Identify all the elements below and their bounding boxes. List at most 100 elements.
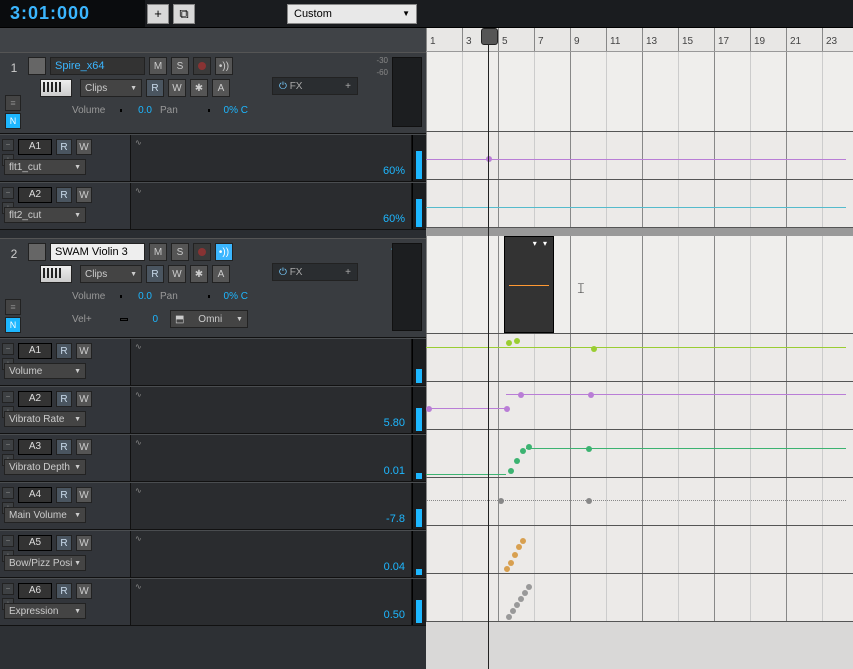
lane-id[interactable]: A5 (18, 535, 52, 551)
ruler-tick[interactable]: 1 (426, 28, 462, 51)
automation-lane-a1[interactable]: −+ A1 R W flt1_cut▼ ∿60% (0, 134, 426, 182)
duplicate-button[interactable]: ⧉ (173, 4, 195, 24)
ruler-tick[interactable]: 15 (678, 28, 714, 51)
envelope-row-expression[interactable] (426, 574, 853, 622)
envelope-row[interactable] (426, 132, 853, 180)
playhead[interactable] (488, 28, 489, 669)
ruler-tick[interactable]: 19 (750, 28, 786, 51)
envelope-row-bow-pizz[interactable] (426, 526, 853, 574)
lane-id[interactable]: A3 (18, 439, 52, 455)
instrument-icon[interactable] (28, 243, 46, 261)
track-name-input[interactable]: SWAM Violin 3 (50, 243, 145, 261)
clips-dropdown[interactable]: Clips▼ (80, 265, 142, 283)
read-button[interactable]: R (56, 487, 72, 503)
pan-slider[interactable] (208, 109, 210, 112)
mute-button[interactable]: M (149, 243, 167, 261)
ruler-tick[interactable]: 7 (534, 28, 570, 51)
automation-lane-a1[interactable]: −+A1RWVolume▼∿ (0, 338, 426, 386)
envelope-row[interactable] (426, 180, 853, 228)
fx-slot[interactable]: FX+ (272, 263, 358, 281)
track-2[interactable]: 2 SWAM Violin 3 M S •)) Clips▼ R W (0, 238, 426, 338)
param-select[interactable]: flt1_cut▼ (4, 159, 86, 175)
solo-button[interactable]: S (171, 57, 189, 75)
write-button[interactable]: W (76, 187, 92, 203)
archive-button[interactable]: A (212, 265, 230, 283)
clips-dropdown[interactable]: Clips▼ (80, 79, 142, 97)
add-button[interactable]: + (147, 4, 169, 24)
track-name-input[interactable]: Spire_x64 (50, 57, 145, 75)
lane-id[interactable]: A6 (18, 583, 52, 599)
instrument-icon[interactable] (28, 57, 46, 75)
monitor-button[interactable]: •)) (215, 57, 233, 75)
automation-lane-a5[interactable]: −+A5RWBow/Pizz Posi▼∿0.04 (0, 530, 426, 578)
piano-icon[interactable] (40, 79, 72, 97)
read-button[interactable]: R (56, 535, 72, 551)
archive-button[interactable]: A (212, 79, 230, 97)
ruler-tick[interactable]: 13 (642, 28, 678, 51)
read-button[interactable]: R (56, 439, 72, 455)
read-button[interactable]: R (56, 139, 72, 155)
lane-id[interactable]: A1 (18, 343, 52, 359)
write-button[interactable]: W (76, 439, 92, 455)
automation-lane-a6[interactable]: −+A6RWExpression▼∿0.50 (0, 578, 426, 626)
automation-lane-a2[interactable]: −+A2RWVibrato Rate▼∿5.80 (0, 386, 426, 434)
automation-lane-a4[interactable]: −+A4RWMain Volume▼∿-7.8 (0, 482, 426, 530)
expand-button[interactable]: ≡ (5, 95, 21, 111)
read-button[interactable]: R (56, 343, 72, 359)
automation-lane-a3[interactable]: −+A3RWVibrato Depth▼∿0.01 (0, 434, 426, 482)
velocity-slider[interactable] (120, 318, 128, 321)
volume-slider[interactable] (120, 295, 122, 298)
fx-slot[interactable]: FX+ (272, 77, 358, 95)
read-button[interactable]: R (56, 187, 72, 203)
param-select[interactable]: Expression▼ (4, 603, 86, 619)
ruler-tick[interactable]: 23 (822, 28, 853, 51)
freeze-button[interactable]: ✱ (190, 79, 208, 97)
ruler-tick[interactable]: 11 (606, 28, 642, 51)
write-button[interactable]: W (76, 343, 92, 359)
track-1[interactable]: 1 Spire_x64 M S •)) Clips▼ R W (0, 52, 426, 134)
volume-slider[interactable] (120, 109, 122, 112)
lane-id[interactable]: A2 (18, 391, 52, 407)
time-display[interactable]: 3:01:000 (0, 0, 145, 27)
piano-icon[interactable] (40, 265, 72, 283)
lane-id[interactable]: A2 (18, 187, 52, 203)
write-button[interactable]: W (76, 487, 92, 503)
write-button[interactable]: W (76, 535, 92, 551)
input-channel-select[interactable]: ⬒ Omni▼ (170, 310, 248, 328)
read-button[interactable]: R (56, 391, 72, 407)
param-select[interactable]: Volume▼ (4, 363, 86, 379)
envelope-row-vibrato-rate[interactable] (426, 382, 853, 430)
freeze-button[interactable]: ✱ (190, 265, 208, 283)
expand-button[interactable]: ≡ (5, 299, 21, 315)
display-mode-select[interactable]: Custom▼ (287, 4, 417, 24)
clip-row-track1[interactable]: 9672 (426, 52, 853, 132)
read-button[interactable]: R (146, 79, 164, 97)
ruler-tick[interactable]: 17 (714, 28, 750, 51)
param-select[interactable]: Vibrato Rate▼ (4, 411, 86, 427)
write-button[interactable]: W (76, 583, 92, 599)
read-button[interactable]: R (56, 583, 72, 599)
timeline-area[interactable]: 1357911131517192123 9672 12096 7248 ▾ ▾ (426, 28, 853, 669)
envelope-row-vibrato-depth[interactable] (426, 430, 853, 478)
ruler-tick[interactable]: 21 (786, 28, 822, 51)
automation-toggle[interactable]: N (5, 317, 21, 333)
automation-toggle[interactable]: N (5, 113, 21, 129)
write-button[interactable]: W (76, 391, 92, 407)
param-select[interactable]: Main Volume▼ (4, 507, 86, 523)
write-button[interactable]: W (76, 139, 92, 155)
param-select[interactable]: flt2_cut▼ (4, 207, 86, 223)
mute-button[interactable]: M (149, 57, 167, 75)
write-button[interactable]: W (168, 265, 186, 283)
envelope-row-volume[interactable]: +6-6 -18-72 (426, 334, 853, 382)
solo-button[interactable]: S (171, 243, 189, 261)
write-button[interactable]: W (168, 79, 186, 97)
clip-row-track2[interactable]: 12096 7248 ▾ ▾ 𝙸 (426, 236, 853, 334)
param-select[interactable]: Bow/Pizz Posi▼ (4, 555, 86, 571)
param-select[interactable]: Vibrato Depth▼ (4, 459, 86, 475)
ruler-tick[interactable]: 5 (498, 28, 534, 51)
record-arm-button[interactable] (193, 57, 211, 75)
read-button[interactable]: R (146, 265, 164, 283)
envelope-row-main-volume[interactable] (426, 478, 853, 526)
pan-slider[interactable] (208, 295, 210, 298)
monitor-button[interactable]: •)) (215, 243, 233, 261)
